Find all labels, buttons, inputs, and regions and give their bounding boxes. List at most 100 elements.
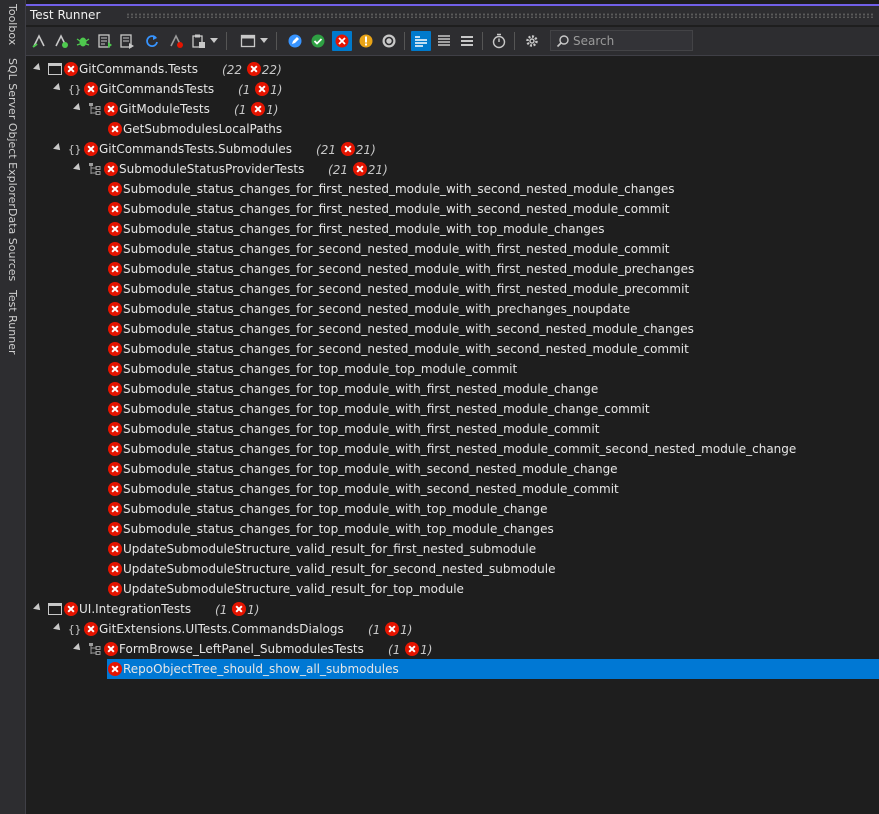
timer-icon[interactable] bbox=[489, 31, 509, 51]
failed-icon bbox=[64, 602, 78, 616]
side-tab-sql-server-object-explorer[interactable]: SQL Server Object Explorer bbox=[4, 58, 20, 208]
test-row[interactable]: GetSubmodulesLocalPaths bbox=[26, 119, 879, 139]
run-all-icon[interactable] bbox=[29, 31, 49, 51]
failed-icon bbox=[84, 622, 98, 636]
expand-arrow-icon[interactable] bbox=[53, 143, 63, 153]
failed-icon bbox=[108, 582, 122, 596]
total-count: 1 bbox=[392, 643, 401, 657]
tool-window-title-bar[interactable]: Test Runner bbox=[26, 4, 879, 25]
toolbar-separator bbox=[226, 32, 227, 50]
failed-count: 21 bbox=[355, 143, 372, 157]
expand-arrow-icon[interactable] bbox=[53, 83, 63, 93]
list-view-icon[interactable] bbox=[434, 31, 454, 51]
failed-icon bbox=[104, 102, 118, 116]
failed-count-icon bbox=[352, 162, 367, 176]
node-label: Submodule_status_changes_for_second_nest… bbox=[123, 242, 670, 256]
node-label: GitExtensions.UITests.CommandsDialogs bbox=[99, 622, 344, 636]
test-row[interactable]: RepoObjectTree_should_show_all_submodule… bbox=[26, 659, 879, 679]
test-row[interactable]: Submodule_status_changes_for_top_module_… bbox=[26, 439, 879, 459]
test-row[interactable]: Submodule_status_changes_for_top_module_… bbox=[26, 379, 879, 399]
group-view-icon[interactable] bbox=[411, 31, 431, 51]
node-label: UI.IntegrationTests bbox=[79, 602, 192, 616]
test-row[interactable]: UpdateSubmoduleStructure_valid_result_fo… bbox=[26, 539, 879, 559]
total-count: 21 bbox=[332, 163, 348, 177]
clipboard-dropdown-icon[interactable] bbox=[208, 31, 220, 51]
test-row[interactable]: Submodule_status_changes_for_top_module_… bbox=[26, 459, 879, 479]
title-drag-grip[interactable] bbox=[126, 13, 875, 18]
node-label: GitCommandsTests.Submodules bbox=[99, 142, 293, 156]
search-box[interactable] bbox=[550, 30, 693, 51]
passed-filter-icon[interactable] bbox=[308, 31, 328, 51]
expand-arrow-icon[interactable] bbox=[33, 603, 43, 613]
namespace-row[interactable]: {} GitCommandsTests.Submodules (21 21) bbox=[26, 139, 879, 159]
run-selected-icon[interactable] bbox=[51, 31, 71, 51]
expand-arrow-icon[interactable] bbox=[73, 103, 83, 113]
class-row[interactable]: SubmoduleStatusProviderTests (21 21) bbox=[26, 159, 879, 179]
project-row[interactable]: UI.IntegrationTests (1 1) bbox=[26, 599, 879, 619]
failed-icon bbox=[108, 282, 122, 296]
test-row[interactable]: Submodule_status_changes_for_first_neste… bbox=[26, 179, 879, 199]
node-label: GitModuleTests bbox=[119, 102, 210, 116]
node-label: RepoObjectTree_should_show_all_submodule… bbox=[123, 662, 399, 676]
test-row[interactable]: Submodule_status_changes_for_top_module_… bbox=[26, 399, 879, 419]
failed-filter-icon[interactable] bbox=[332, 31, 352, 51]
test-row[interactable]: Submodule_status_changes_for_first_neste… bbox=[26, 219, 879, 239]
class-row[interactable]: GitModuleTests (1 1) bbox=[26, 99, 879, 119]
highlight-icon[interactable] bbox=[285, 31, 305, 51]
expand-arrow-icon[interactable] bbox=[73, 163, 83, 173]
refresh-icon[interactable] bbox=[142, 31, 162, 51]
run-session-icon[interactable] bbox=[117, 31, 137, 51]
test-row[interactable]: Submodule_status_changes_for_second_nest… bbox=[26, 259, 879, 279]
node-label: Submodule_status_changes_for_second_nest… bbox=[123, 342, 689, 356]
failed-icon bbox=[108, 242, 122, 256]
search-input[interactable] bbox=[573, 32, 688, 49]
test-row[interactable]: Submodule_status_changes_for_second_nest… bbox=[26, 279, 879, 299]
clipboard-icon[interactable] bbox=[188, 31, 208, 51]
failed-icon bbox=[108, 322, 122, 336]
class-row[interactable]: FormBrowse_LeftPanel_SubmodulesTests (1 1… bbox=[26, 639, 879, 659]
flat-view-icon[interactable] bbox=[457, 31, 477, 51]
total-count: 21 bbox=[320, 143, 336, 157]
failed-icon bbox=[108, 562, 122, 576]
window-title: Test Runner bbox=[30, 8, 101, 22]
expand-arrow-icon[interactable] bbox=[53, 623, 63, 633]
node-label: GitCommandsTests bbox=[99, 82, 215, 96]
node-label: Submodule_status_changes_for_top_module_… bbox=[123, 402, 650, 416]
test-row[interactable]: Submodule_status_changes_for_first_neste… bbox=[26, 199, 879, 219]
failed-icon bbox=[108, 122, 122, 136]
side-tab-toolbox[interactable]: Toolbox bbox=[4, 4, 20, 45]
test-counts: (21 21) bbox=[328, 162, 388, 177]
side-tab-test-runner[interactable]: Test Runner bbox=[4, 290, 20, 355]
ignored-filter-icon[interactable] bbox=[379, 31, 399, 51]
side-tab-data-sources[interactable]: Data Sources bbox=[4, 208, 20, 281]
node-label: FormBrowse_LeftPanel_SubmodulesTests bbox=[119, 642, 364, 656]
test-row[interactable]: Submodule_status_changes_for_second_nest… bbox=[26, 299, 879, 319]
namespace-row[interactable]: {} GitExtensions.UITests.CommandsDialogs (… bbox=[26, 619, 879, 639]
layout-dropdown-icon[interactable] bbox=[258, 31, 270, 51]
warning-filter-icon[interactable] bbox=[356, 31, 376, 51]
debug-icon[interactable] bbox=[73, 31, 93, 51]
expand-arrow-icon[interactable] bbox=[33, 63, 43, 73]
test-row[interactable]: Submodule_status_changes_for_top_module_… bbox=[26, 499, 879, 519]
failed-count: 22 bbox=[261, 63, 278, 77]
test-row[interactable]: Submodule_status_changes_for_top_module_… bbox=[26, 479, 879, 499]
namespace-icon: {} bbox=[68, 82, 82, 96]
test-row[interactable]: Submodule_status_changes_for_top_module_… bbox=[26, 359, 879, 379]
test-row[interactable]: Submodule_status_changes_for_second_nest… bbox=[26, 319, 879, 339]
expand-arrow-icon[interactable] bbox=[73, 643, 83, 653]
class-icon bbox=[88, 162, 102, 176]
test-row[interactable]: UpdateSubmoduleStructure_valid_result_fo… bbox=[26, 559, 879, 579]
settings-icon[interactable] bbox=[522, 31, 542, 51]
layout-icon[interactable] bbox=[238, 31, 258, 51]
test-row[interactable]: Submodule_status_changes_for_second_nest… bbox=[26, 239, 879, 259]
run-tests-icon[interactable] bbox=[95, 31, 115, 51]
project-row[interactable]: GitCommands.Tests (22 22) bbox=[26, 59, 879, 79]
test-row[interactable]: Submodule_status_changes_for_top_module_… bbox=[26, 519, 879, 539]
clear-icon[interactable] bbox=[166, 31, 186, 51]
node-label: UpdateSubmoduleStructure_valid_result_fo… bbox=[123, 582, 464, 596]
test-row[interactable]: Submodule_status_changes_for_second_nest… bbox=[26, 339, 879, 359]
test-tree: GitCommands.Tests (22 22) {} GitCommandsTes… bbox=[26, 59, 879, 814]
test-row[interactable]: UpdateSubmoduleStructure_valid_result_fo… bbox=[26, 579, 879, 599]
namespace-row[interactable]: {} GitCommandsTests (1 1) bbox=[26, 79, 879, 99]
test-row[interactable]: Submodule_status_changes_for_top_module_… bbox=[26, 419, 879, 439]
